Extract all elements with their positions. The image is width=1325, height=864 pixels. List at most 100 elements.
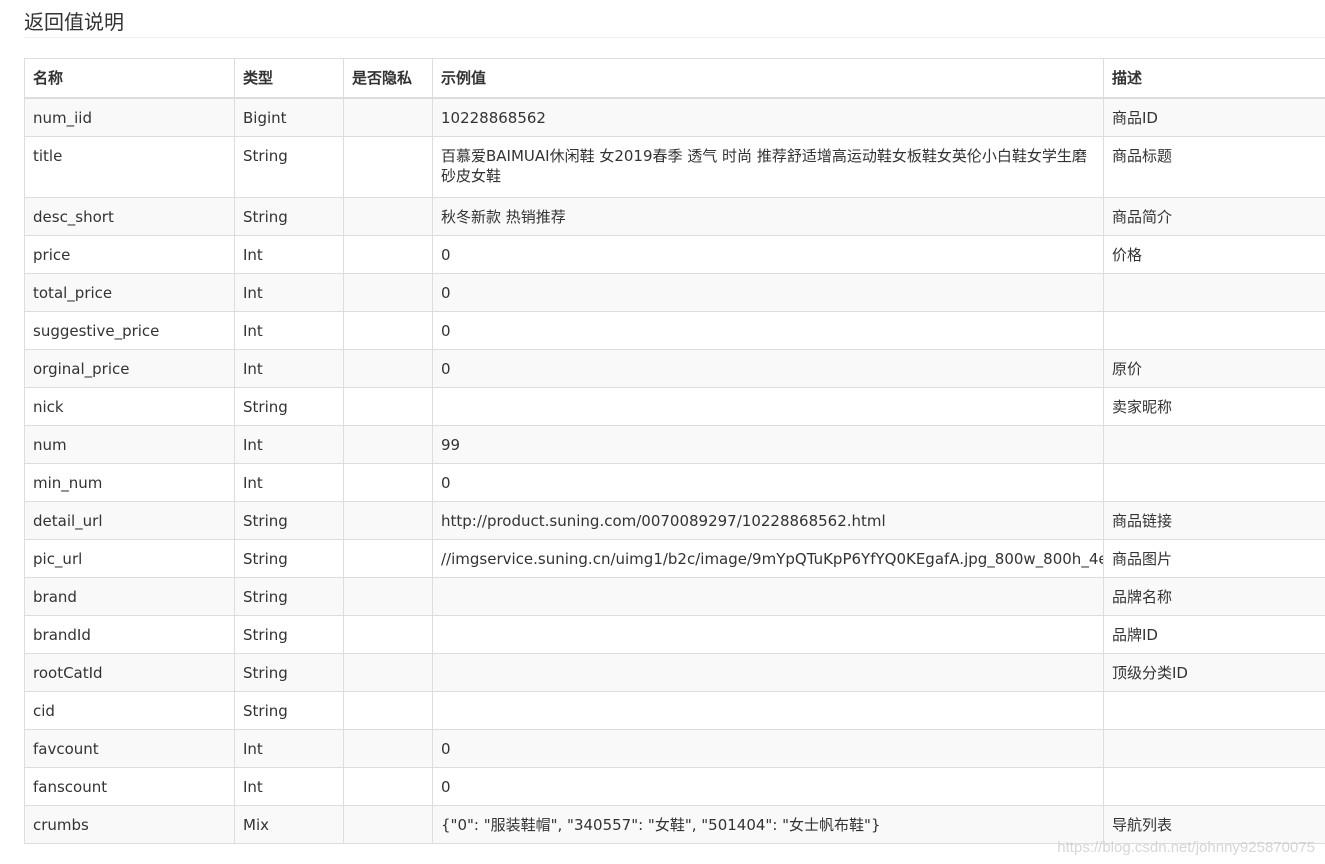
cell-example: 0 — [432, 728, 1104, 768]
table-row: fanscount Int 0 — [24, 766, 1325, 806]
cell-description: 商品图片 — [1103, 538, 1325, 578]
cell-name: price — [24, 234, 235, 274]
cell-description: 价格 — [1103, 234, 1325, 274]
cell-description — [1103, 462, 1325, 502]
table-header-row: 名称 类型 是否隐私 示例值 描述 — [24, 58, 1325, 99]
cell-private — [343, 766, 433, 806]
cell-type: String — [234, 652, 344, 692]
cell-example: 10228868562 — [432, 97, 1104, 137]
table-row: crumbs Mix {"0": "服装鞋帽", "340557": "女鞋", "… — [24, 804, 1325, 844]
cell-type: String — [234, 386, 344, 426]
cell-name: num — [24, 424, 235, 464]
cell-type: String — [234, 690, 344, 730]
cell-description — [1103, 310, 1325, 350]
table-row: total_price Int 0 — [24, 272, 1325, 312]
cell-type: Int — [234, 462, 344, 502]
return-values-table: 名称 类型 是否隐私 示例值 描述 num_iid Bigint 102288685… — [24, 58, 1325, 844]
cell-type: Mix — [234, 804, 344, 844]
cell-private — [343, 804, 433, 844]
header-name: 名称 — [24, 58, 235, 99]
cell-private — [343, 614, 433, 654]
table-row: brandId String 品牌ID — [24, 614, 1325, 654]
table-row: rootCatId String 顶级分类ID — [24, 652, 1325, 692]
cell-private — [343, 538, 433, 578]
cell-type: Int — [234, 424, 344, 464]
cell-type: String — [234, 614, 344, 654]
cell-private — [343, 462, 433, 502]
table-row: brand String 品牌名称 — [24, 576, 1325, 616]
cell-type: String — [234, 576, 344, 616]
cell-example: {"0": "服装鞋帽", "340557": "女鞋", "501404": … — [432, 804, 1104, 844]
table-row: favcount Int 0 — [24, 728, 1325, 768]
cell-type: Int — [234, 728, 344, 768]
cell-name: num_iid — [24, 97, 235, 137]
cell-example — [432, 614, 1104, 654]
cell-example — [432, 386, 1104, 426]
cell-name: favcount — [24, 728, 235, 768]
watermark: https://blog.csdn.net/johnny925870075 — [1057, 839, 1315, 856]
cell-example: 0 — [432, 310, 1104, 350]
table-row: title String 百慕爱BAIMUAI休闲鞋 女2019春季 透气 时尚 推… — [24, 135, 1325, 198]
cell-private — [343, 348, 433, 388]
cell-type: Int — [234, 310, 344, 350]
cell-example: 0 — [432, 234, 1104, 274]
cell-name: min_num — [24, 462, 235, 502]
cell-name: total_price — [24, 272, 235, 312]
table-row: cid String — [24, 690, 1325, 730]
table-row: num Int 99 — [24, 424, 1325, 464]
cell-private — [343, 500, 433, 540]
cell-private — [343, 272, 433, 312]
cell-description — [1103, 424, 1325, 464]
cell-type: Bigint — [234, 97, 344, 137]
cell-description — [1103, 728, 1325, 768]
table-row: price Int 0 价格 — [24, 234, 1325, 274]
cell-name: fanscount — [24, 766, 235, 806]
cell-description: 顶级分类ID — [1103, 652, 1325, 692]
cell-name: pic_url — [24, 538, 235, 578]
cell-description — [1103, 690, 1325, 730]
cell-example: 秋冬新款 热销推荐 — [432, 196, 1104, 236]
cell-type: Int — [234, 766, 344, 806]
table-row: min_num Int 0 — [24, 462, 1325, 502]
table-row: detail_url String http://product.suning.co… — [24, 500, 1325, 540]
cell-name: detail_url — [24, 500, 235, 540]
table-row: desc_short String 秋冬新款 热销推荐 商品简介 — [24, 196, 1325, 236]
table-header: 名称 类型 是否隐私 示例值 描述 — [24, 58, 1325, 99]
table-body: num_iid Bigint 10228868562 商品ID title String 百… — [24, 97, 1325, 844]
cell-description: 卖家昵称 — [1103, 386, 1325, 426]
cell-example: 0 — [432, 462, 1104, 502]
cell-name: rootCatId — [24, 652, 235, 692]
cell-name: brand — [24, 576, 235, 616]
cell-private — [343, 576, 433, 616]
header-type: 类型 — [234, 58, 344, 99]
cell-private — [343, 728, 433, 768]
cell-example: //imgservice.suning.cn/uimg1/b2c/image/9… — [432, 538, 1104, 578]
cell-name: title — [24, 135, 235, 198]
table-row: num_iid Bigint 10228868562 商品ID — [24, 97, 1325, 137]
cell-description: 品牌名称 — [1103, 576, 1325, 616]
table-row: pic_url String //imgservice.suning.cn/uimg… — [24, 538, 1325, 578]
header-description: 描述 — [1103, 58, 1325, 99]
table-row: suggestive_price Int 0 — [24, 310, 1325, 350]
cell-name: orginal_price — [24, 348, 235, 388]
title-divider — [24, 37, 1325, 38]
cell-type: String — [234, 538, 344, 578]
cell-name: crumbs — [24, 804, 235, 844]
cell-example — [432, 690, 1104, 730]
cell-name: nick — [24, 386, 235, 426]
cell-example: 0 — [432, 272, 1104, 312]
cell-example: http://product.suning.com/0070089297/102… — [432, 500, 1104, 540]
cell-type: String — [234, 500, 344, 540]
cell-type: Int — [234, 272, 344, 312]
cell-private — [343, 652, 433, 692]
page-title: 返回值说明 — [24, 10, 124, 34]
cell-private — [343, 196, 433, 236]
cell-description: 商品简介 — [1103, 196, 1325, 236]
cell-description: 商品ID — [1103, 97, 1325, 137]
cell-name: cid — [24, 690, 235, 730]
cell-private — [343, 424, 433, 464]
cell-name: desc_short — [24, 196, 235, 236]
cell-private — [343, 97, 433, 137]
cell-description: 原价 — [1103, 348, 1325, 388]
cell-name: brandId — [24, 614, 235, 654]
